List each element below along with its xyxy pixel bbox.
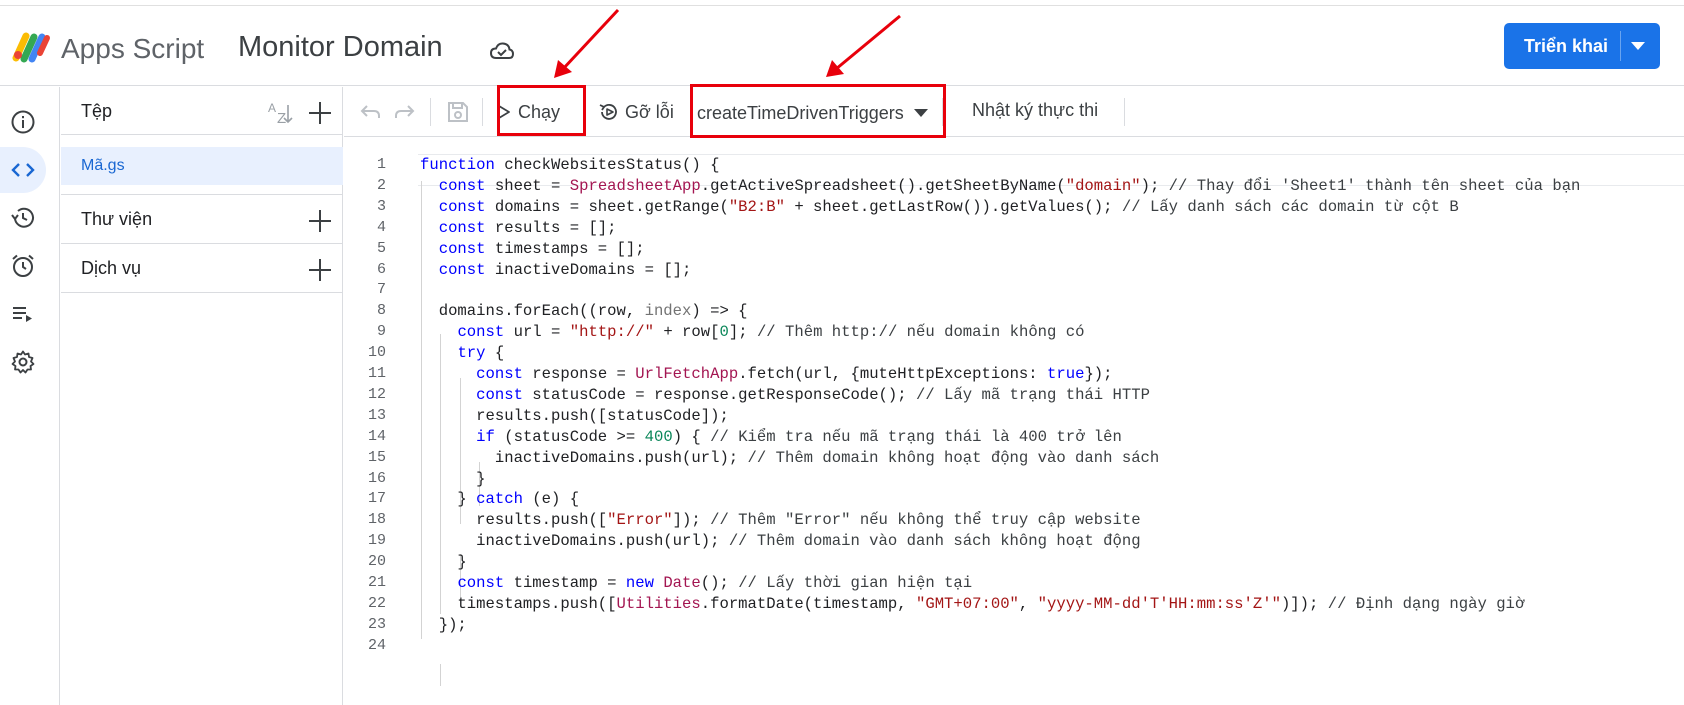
- triggers-button[interactable]: [0, 243, 46, 289]
- divider: [61, 243, 343, 244]
- line-code: }: [420, 469, 486, 488]
- app-name[interactable]: Apps Script: [61, 33, 204, 65]
- deploy-divider: [1620, 31, 1621, 61]
- line-number: 2: [376, 176, 386, 194]
- file-name: Mã.gs: [81, 157, 125, 174]
- line-code: const results = [];: [438, 218, 617, 237]
- add-service-icon[interactable]: [307, 257, 333, 283]
- deploy-button[interactable]: Triển khai: [1504, 23, 1660, 69]
- executions-icon: [13, 307, 32, 322]
- line-code: if (statusCode >= 400) { // Kiểm tra nếu…: [476, 427, 1122, 446]
- toolbar-divider: [430, 98, 431, 126]
- code-editor[interactable]: 1 function checkWebsitesStatus() { 2 const…: [344, 138, 1684, 705]
- sort-az-icon[interactable]: A Z: [266, 98, 298, 128]
- line-number: 18: [367, 511, 386, 529]
- line-number: 17: [367, 490, 386, 508]
- cloud-saved-icon: [490, 42, 514, 59]
- line-number: 20: [367, 553, 386, 571]
- apps-script-logo-icon: [12, 32, 50, 63]
- divider: [61, 292, 343, 293]
- line-number: 3: [376, 197, 386, 215]
- services-label[interactable]: Dịch vụ: [81, 258, 141, 279]
- left-nav-rail: [0, 87, 60, 705]
- line-code: results.push([statusCode]);: [420, 406, 729, 425]
- line-code: }: [420, 553, 467, 572]
- line-code: domains.forEach((row, index) => {: [420, 302, 748, 321]
- info-icon: [11, 110, 35, 134]
- file-item-ma-gs[interactable]: Mã.gs: [61, 147, 343, 185]
- line-number: 21: [367, 574, 386, 591]
- line-number: 22: [367, 594, 386, 612]
- line-code: } catch (e) {: [420, 490, 580, 509]
- line-code: const domains = sheet.getRange("B2:B" + …: [438, 197, 1459, 216]
- app-header: Apps Script Monitor Domain Triển khai: [0, 6, 1684, 86]
- line-code: try {: [457, 344, 505, 363]
- executions-button[interactable]: [0, 291, 46, 337]
- settings-icon: [11, 350, 35, 374]
- indent-guide: [440, 664, 441, 686]
- line-code: inactiveDomains.push(url); // Thêm domai…: [420, 448, 1160, 467]
- line-code: function checkWebsitesStatus() {: [420, 156, 720, 174]
- libraries-label[interactable]: Thư viện: [81, 209, 152, 230]
- project-history-button[interactable]: [0, 195, 46, 241]
- line-code: const sheet = SpreadsheetApp.getActiveSp…: [438, 176, 1581, 195]
- line-number: 1: [376, 156, 386, 173]
- line-number: 8: [376, 302, 386, 320]
- toolbar-divider: [482, 98, 483, 126]
- files-title: Tệp: [81, 101, 113, 121]
- history-icon: [11, 207, 34, 228]
- line-number: 16: [367, 469, 386, 487]
- line-number: 13: [367, 406, 386, 424]
- line-number: 11: [367, 365, 386, 382]
- debug-icon: [599, 104, 617, 120]
- debug-button[interactable]: Gỡ lỗi: [598, 97, 674, 127]
- line-code: results.push(["Error"]); // Thêm "Error"…: [420, 511, 1141, 530]
- project-settings-button[interactable]: [0, 339, 46, 385]
- divider: [61, 134, 343, 135]
- line-number: 6: [376, 260, 386, 278]
- divider: [61, 194, 343, 195]
- line-code: inactiveDomains.push(url); // Thêm domai…: [420, 532, 1141, 551]
- add-file-icon[interactable]: [307, 100, 333, 126]
- line-code: timestamps.push([Utilities.formatDate(ti…: [420, 594, 1525, 613]
- files-panel: Tệp A Z Mã.gs Thư viện Dịch vụ: [61, 87, 343, 705]
- deploy-label: Triển khai: [1524, 35, 1609, 56]
- execution-log-button[interactable]: Nhật ký thực thi: [972, 100, 1098, 121]
- line-number: 10: [367, 344, 386, 362]
- project-title[interactable]: Monitor Domain: [238, 31, 443, 64]
- redo-icon[interactable]: [392, 100, 416, 124]
- line-number: 23: [367, 615, 386, 633]
- line-code: const inactiveDomains = [];: [438, 260, 692, 279]
- line-code: const timestamp = new Date(); // Lấy thờ…: [457, 574, 973, 592]
- line-code: const response = UrlFetchApp.fetch(url, …: [476, 365, 1113, 383]
- toolbar-divider: [1124, 98, 1125, 126]
- undo-icon[interactable]: [359, 100, 383, 124]
- line-code: const timestamps = [];: [438, 239, 645, 258]
- run-highlight-box: [497, 85, 586, 136]
- line-number: 15: [367, 448, 386, 466]
- line-number: 5: [376, 239, 386, 257]
- editor-button[interactable]: [0, 147, 46, 193]
- line-number: 14: [367, 427, 386, 445]
- add-library-icon[interactable]: [307, 208, 333, 234]
- line-number: 19: [367, 532, 386, 550]
- code-icon: [11, 163, 35, 177]
- line-number: 7: [376, 281, 386, 299]
- function-highlight-box: [690, 84, 946, 138]
- line-code: const statusCode = response.getResponseC…: [476, 385, 1150, 404]
- line-code: });: [420, 615, 467, 634]
- overview-button[interactable]: [0, 99, 46, 145]
- dropdown-caret-icon[interactable]: [1631, 42, 1645, 50]
- save-icon[interactable]: [446, 100, 470, 124]
- line-number: 4: [376, 218, 386, 236]
- debug-label: Gỡ lỗi: [625, 101, 674, 122]
- line-number: 12: [367, 385, 386, 403]
- line-number: 9: [376, 323, 386, 341]
- alarm-icon: [12, 254, 34, 277]
- svg-text:A: A: [268, 101, 276, 115]
- line-code: const url = "http://" + row[0]; // Thêm …: [457, 323, 1085, 342]
- line-number: 24: [367, 636, 386, 654]
